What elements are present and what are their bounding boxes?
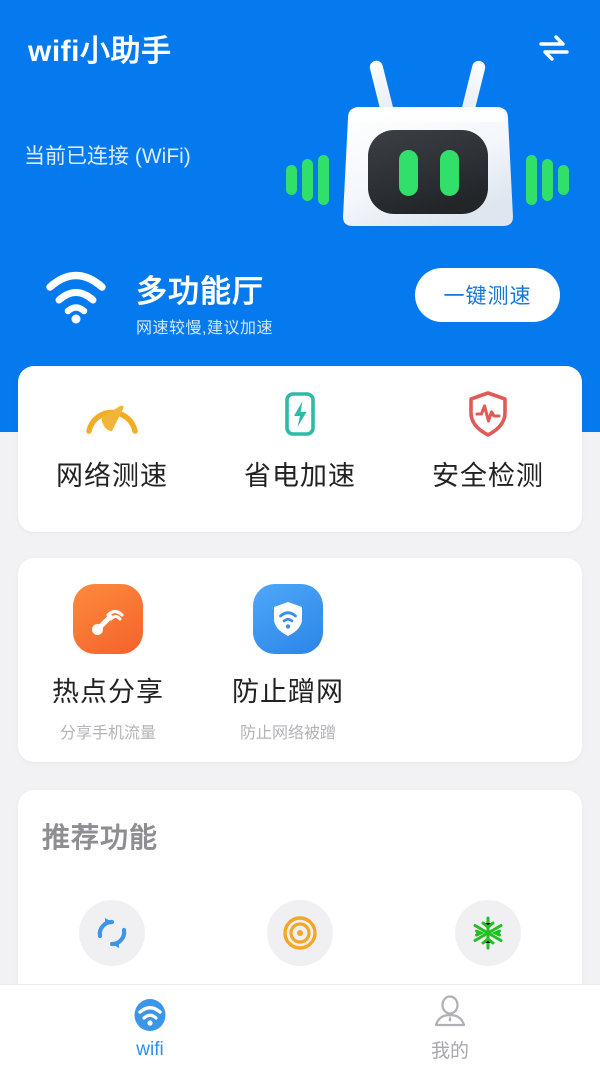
quick-action-label: 安全检测 (432, 461, 544, 491)
tab-profile[interactable]: 我的 (300, 985, 600, 1066)
snowflake-icon (455, 900, 521, 966)
recommend-item-sync[interactable] (18, 900, 206, 966)
tab-label-wifi: wifi (136, 1038, 164, 1060)
quick-actions-card: 网络测速 省电加速 安全检测 (18, 366, 582, 532)
user-profile-icon (432, 992, 468, 1032)
tab-wifi[interactable]: wifi (0, 985, 300, 1066)
sync-refresh-icon (79, 900, 145, 966)
recommend-title: 推荐功能 (42, 822, 159, 853)
recommend-item-radar[interactable] (206, 900, 394, 966)
tab-label-profile: 我的 (430, 1041, 469, 1062)
quick-action-speedtest[interactable]: 网络测速 (18, 388, 206, 532)
tool-hotspot-share[interactable]: 热点分享 分享手机流量 (18, 584, 198, 743)
tool-sublabel: 分享手机流量 (59, 725, 156, 742)
quick-action-label: 省电加速 (244, 461, 356, 491)
recommend-card: 推荐功能 (18, 790, 582, 990)
shield-wifi-icon (253, 584, 323, 654)
multifunction-subtitle: 网速较慢,建议加速 (136, 320, 273, 337)
tool-sublabel: 防止网络被蹭 (239, 725, 336, 742)
speed-test-button[interactable]: 一键测速 (415, 268, 560, 322)
quick-action-security[interactable]: 安全检测 (394, 388, 582, 532)
quick-action-powersave[interactable]: 省电加速 (206, 388, 394, 532)
tool-prevent-leeching[interactable]: 防止蹭网 防止网络被蹭 (198, 584, 378, 743)
router-robot-icon (286, 60, 569, 226)
recommend-item-snowflake[interactable] (394, 900, 582, 966)
quick-action-label: 网络测速 (56, 461, 168, 491)
page-title: wifi小助手 (28, 35, 172, 68)
speedometer-icon (82, 388, 142, 440)
wifi-signal-icon (44, 270, 108, 324)
connection-status-text: 当前已连接 (WiFi) (24, 145, 191, 168)
router-robot-illustration (280, 52, 580, 242)
tool-label: 热点分享 (52, 677, 164, 707)
target-radar-icon (267, 900, 333, 966)
wifi-tab-icon (132, 995, 168, 1035)
hotspot-broadcast-icon (73, 584, 143, 654)
bottom-navigation-bar: wifi 我的 (0, 984, 600, 1066)
battery-bolt-icon (270, 388, 330, 440)
shield-pulse-icon (458, 388, 518, 440)
tool-label: 防止蹭网 (232, 677, 344, 707)
app-screen: wifi小助手 当前已连接 (WiFi) 多功能厅 网速较慢,建议加速 一键测速… (0, 0, 600, 1066)
multifunction-title: 多功能厅 (136, 274, 264, 309)
tools-card: 热点分享 分享手机流量 防止蹭网 防止网络被蹭 (18, 558, 582, 762)
